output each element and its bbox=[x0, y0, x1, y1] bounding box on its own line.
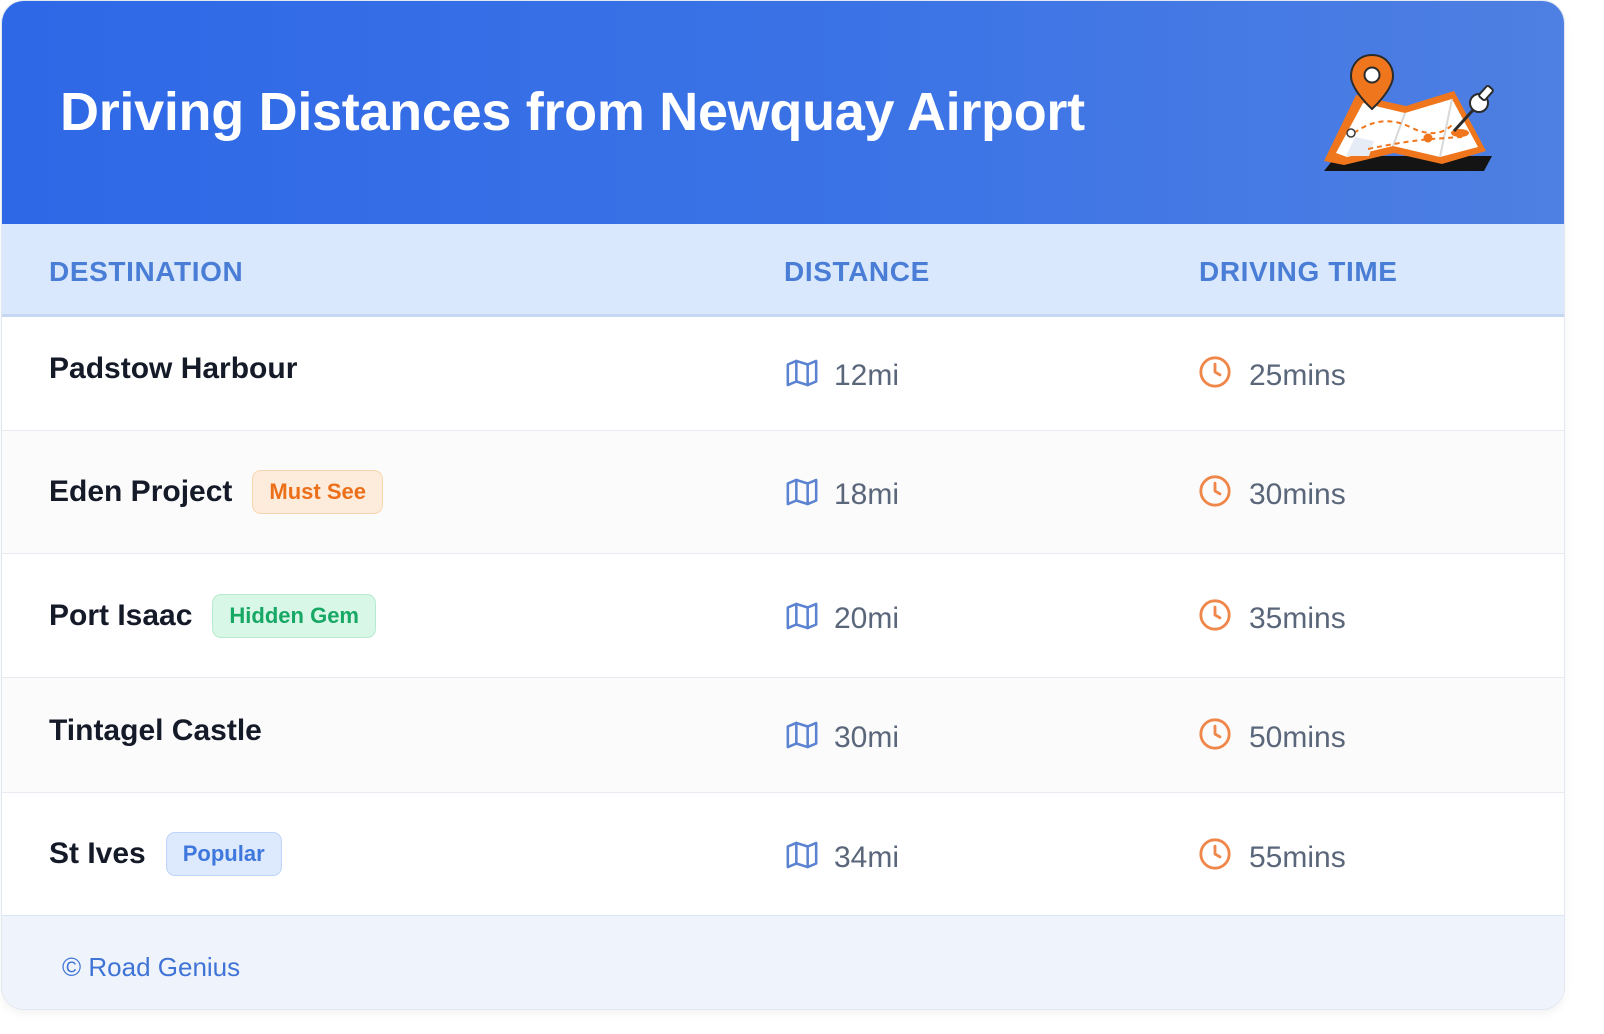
distance-value: 18mi bbox=[834, 478, 900, 511]
destination-cell: Eden Project Must See bbox=[49, 470, 383, 514]
table-row: Tintagel Castle 30mi 50mins bbox=[2, 678, 1564, 793]
destination-name: St Ives bbox=[49, 837, 146, 870]
footer-credit: © Road Genius bbox=[62, 952, 241, 982]
card-footer: © Road Genius bbox=[2, 915, 1564, 1009]
clock-icon bbox=[1199, 718, 1231, 750]
table-row: St Ives Popular 34mi 55mins bbox=[2, 793, 1564, 915]
driving-time-value: 55mins bbox=[1249, 841, 1346, 874]
destination-name: Port Isaac bbox=[49, 599, 193, 632]
folded-map-with-pins-icon bbox=[1324, 53, 1494, 171]
map-icon bbox=[786, 841, 818, 869]
map-icon bbox=[786, 602, 818, 630]
page-title: Driving Distances from Newquay Airport bbox=[60, 82, 1085, 142]
clock-icon bbox=[1199, 599, 1231, 631]
map-icon bbox=[786, 478, 818, 506]
destination-name: Padstow Harbour bbox=[49, 352, 298, 385]
distance-value: 20mi bbox=[834, 602, 900, 635]
distance-card: Driving Distances from Newquay Airport D… bbox=[2, 1, 1564, 1009]
driving-time-value: 30mins bbox=[1249, 478, 1346, 511]
destination-name: Tintagel Castle bbox=[49, 714, 262, 747]
destination-cell: Tintagel Castle bbox=[49, 714, 262, 748]
column-header-distance: DISTANCE bbox=[784, 256, 930, 287]
must-see-badge: Must See bbox=[252, 470, 383, 514]
destination-cell: Padstow Harbour bbox=[49, 352, 297, 386]
clock-icon bbox=[1199, 838, 1231, 870]
column-header-destination: DESTINATION bbox=[49, 256, 244, 287]
driving-time-value: 35mins bbox=[1249, 602, 1346, 635]
table-row: Eden Project Must See 18mi 30mins bbox=[2, 431, 1564, 554]
clock-icon bbox=[1199, 356, 1231, 388]
clock-icon bbox=[1199, 475, 1231, 507]
column-header-driving-time: DRIVING TIME bbox=[1199, 256, 1398, 287]
map-icon bbox=[786, 359, 818, 387]
destination-cell: St Ives Popular bbox=[49, 832, 282, 876]
destination-cell: Port Isaac Hidden Gem bbox=[49, 594, 376, 638]
driving-time-value: 25mins bbox=[1249, 359, 1346, 392]
hidden-gem-badge: Hidden Gem bbox=[212, 594, 376, 638]
map-icon bbox=[786, 721, 818, 749]
driving-time-value: 50mins bbox=[1249, 721, 1346, 754]
table-header: DESTINATION DISTANCE DRIVING TIME bbox=[2, 224, 1564, 317]
popular-badge: Popular bbox=[165, 832, 282, 876]
distance-value: 12mi bbox=[834, 359, 900, 392]
table-row: Port Isaac Hidden Gem 20mi 35mins bbox=[2, 554, 1564, 678]
destination-name: Eden Project bbox=[49, 475, 233, 508]
card-header: Driving Distances from Newquay Airport bbox=[2, 1, 1564, 224]
table-row: Padstow Harbour 12mi 25mins bbox=[2, 317, 1564, 431]
distance-value: 34mi bbox=[834, 841, 900, 874]
distance-value: 30mi bbox=[834, 721, 900, 754]
